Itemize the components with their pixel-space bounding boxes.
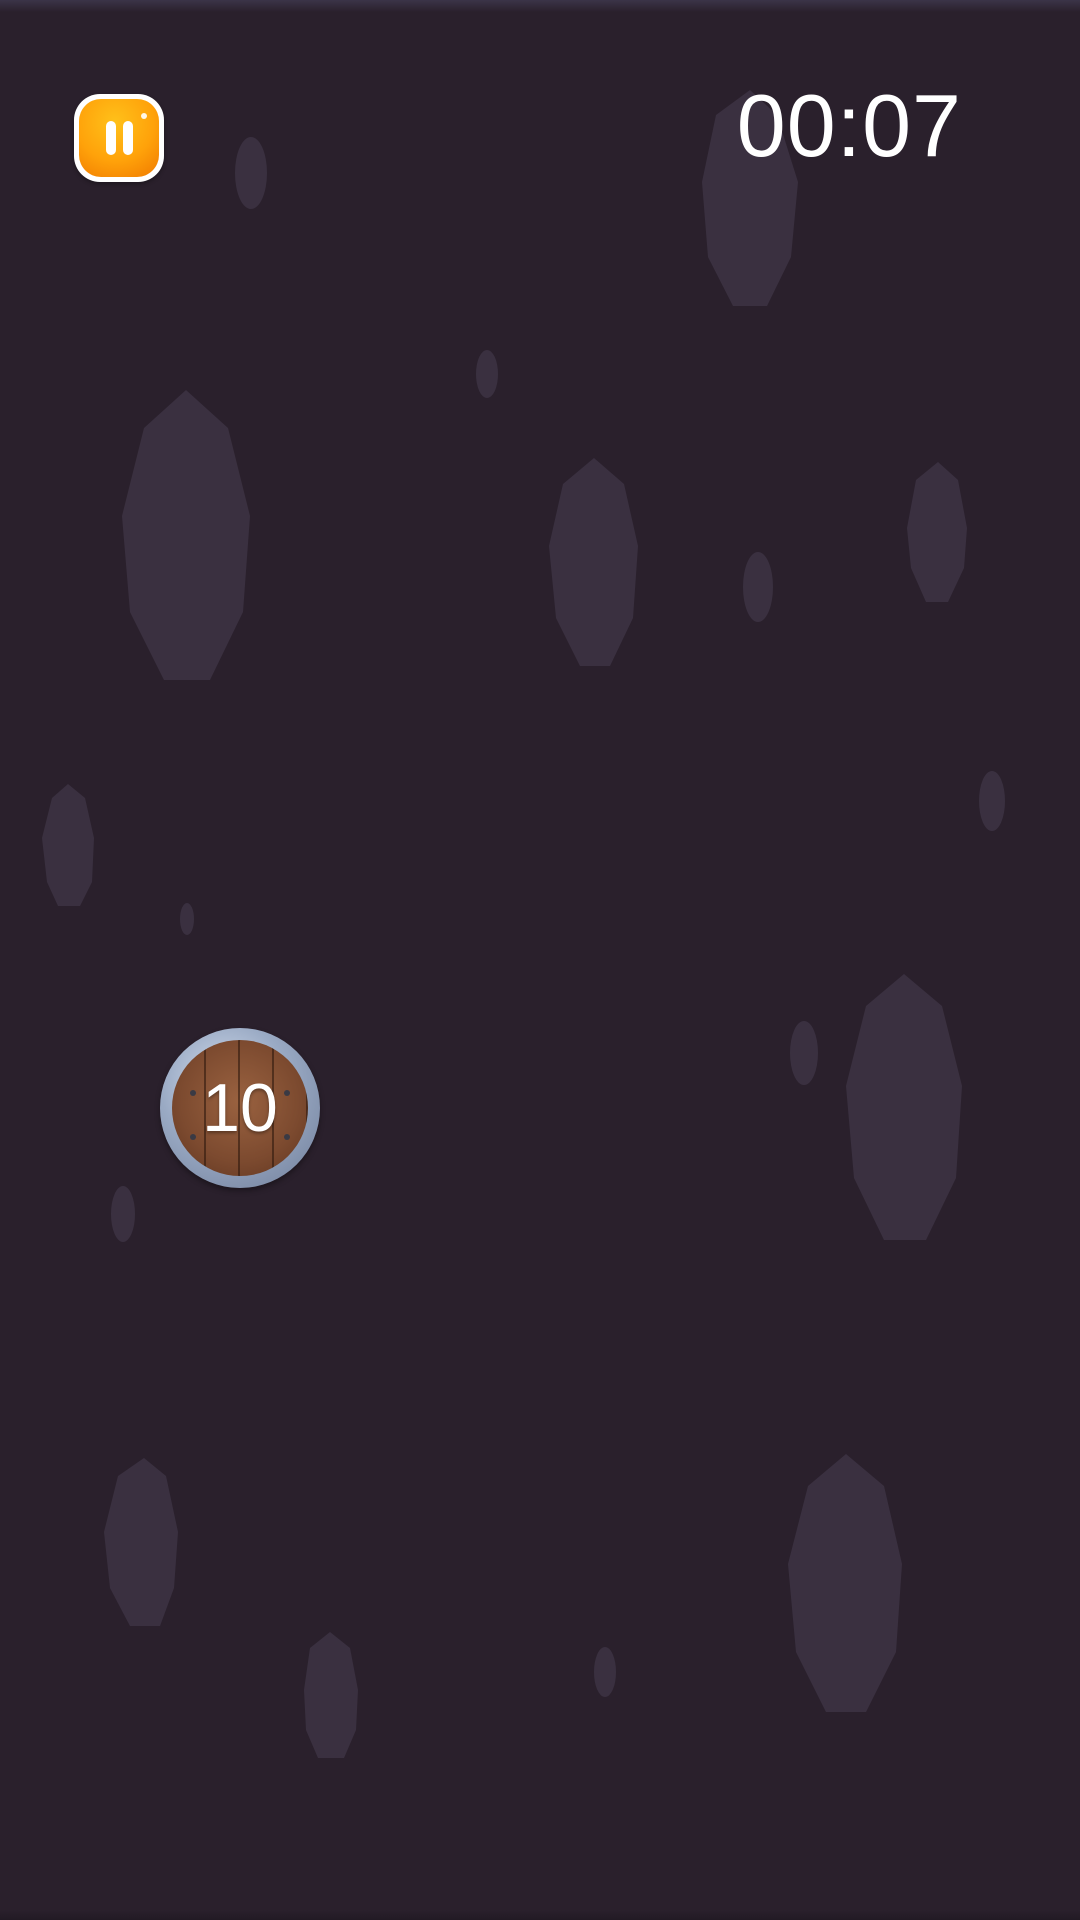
bottom-edge: [0, 1910, 1080, 1920]
barrel-count: 10: [202, 1070, 278, 1146]
rock-pebble: [111, 1186, 135, 1242]
rock-pebble: [235, 137, 267, 209]
timer-display: 00:07: [736, 76, 962, 175]
rock-background: [42, 90, 1005, 1758]
rock-pebble: [979, 771, 1005, 831]
rock-crystal: [907, 462, 967, 602]
rock-pebble: [790, 1021, 818, 1085]
pause-icon: [79, 99, 159, 177]
rock-crystal: [846, 974, 962, 1240]
rock-crystal: [122, 390, 250, 680]
game-scene: 00:07 10: [0, 0, 1080, 1920]
rock-crystal: [42, 784, 94, 906]
rock-crystal: [104, 1458, 178, 1626]
rock-crystal: [549, 458, 638, 666]
rock-pebble: [476, 350, 498, 398]
wooden-barrel-icon[interactable]: 10: [160, 1028, 320, 1188]
rock-pebble: [180, 903, 194, 935]
rock-crystal: [304, 1632, 358, 1758]
pause-button[interactable]: [74, 94, 164, 182]
rock-pebble: [743, 552, 773, 622]
rock-crystal: [788, 1454, 902, 1712]
rock-pebble: [594, 1647, 616, 1697]
